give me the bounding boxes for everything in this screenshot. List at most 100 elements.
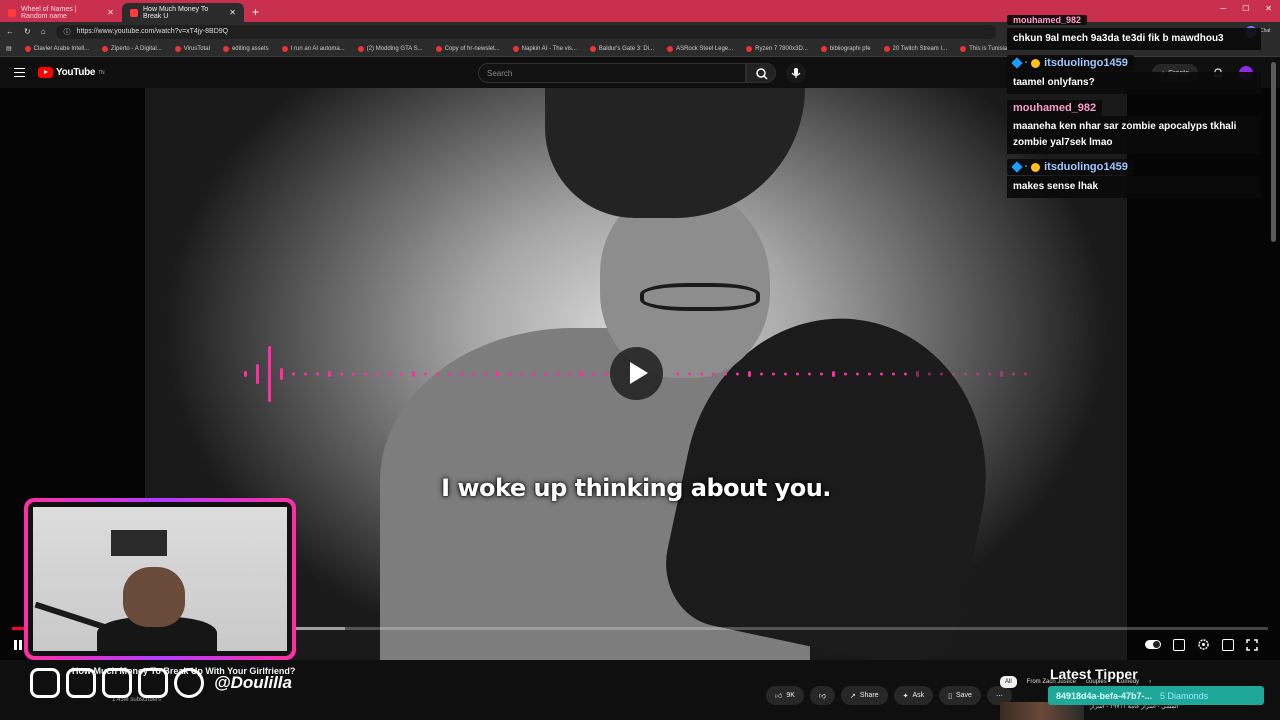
bookmark-item[interactable]: Baldur's Gate 3: Di... (589, 45, 654, 52)
sparkle-icon: ✦ (902, 692, 909, 700)
search-input[interactable]: Search (478, 63, 746, 83)
bookmark-favicon-icon (960, 45, 967, 52)
bookmark-item[interactable]: Clavier Arabe Intell... (24, 45, 89, 52)
audio-visualizer-bar (832, 371, 835, 377)
browser-tab-active[interactable]: How Much Money To Break U ✕ (122, 3, 244, 22)
fullscreen-icon[interactable] (1246, 638, 1258, 651)
audio-visualizer-bar (256, 364, 259, 384)
wall-poster (111, 530, 167, 556)
home-icon[interactable]: ⌂ (41, 27, 46, 36)
bookmark-item[interactable]: I run an AI automa... (281, 45, 345, 52)
bookmark-item[interactable]: editing assets (222, 45, 269, 52)
pause-icon[interactable] (14, 640, 22, 650)
chat-username: • itsduolingo1459 (1007, 159, 1134, 175)
audio-visualizer-bar (952, 372, 955, 376)
bookmark-label: Ziperto - A Digital... (111, 45, 162, 52)
bookmark-label: bibliographi pfe (829, 45, 871, 52)
bookmark-item[interactable]: Napkin AI - The vis... (512, 45, 577, 52)
site-info-icon[interactable]: ⓘ (64, 27, 71, 37)
bookmark-item[interactable]: 20 Twitch Stream I... (883, 45, 948, 52)
audio-visualizer-bar (448, 372, 451, 376)
audio-visualizer-bar (424, 372, 427, 376)
bookmark-item[interactable]: VirusTotal (174, 45, 210, 52)
streamer-head (123, 567, 185, 627)
chat-message: mouhamed_982 maaneha ken nhar sar zombie… (1007, 98, 1267, 154)
audio-visualizer-bar (928, 372, 931, 376)
new-tab-button[interactable]: + (244, 5, 267, 22)
settings-gear-icon[interactable] (1197, 638, 1210, 651)
audio-visualizer-bar (556, 372, 559, 376)
audio-visualizer-bar (772, 372, 775, 376)
badge-separator: • (1025, 164, 1028, 170)
audio-visualizer-bar (376, 372, 379, 376)
autoplay-toggle[interactable] (1145, 640, 1161, 649)
audio-visualizer-bar (580, 371, 583, 377)
youtube-logo[interactable]: YouTube TN (38, 67, 105, 78)
bookmark-label: I run an AI automa... (290, 45, 345, 52)
audio-visualizer-bar (604, 372, 607, 376)
latest-tipper-label: Latest Tipper (1050, 666, 1138, 682)
audio-visualizer-bar (688, 372, 691, 376)
bookmark-label: VirusTotal (183, 45, 210, 52)
reload-icon[interactable]: ↻ (24, 27, 31, 36)
save-label: Save (955, 692, 972, 699)
tab-close-icon[interactable]: ✕ (229, 8, 236, 17)
voice-search-button[interactable] (786, 63, 806, 83)
coin-badge-icon (1031, 162, 1041, 172)
play-button[interactable] (610, 347, 663, 400)
search-icon (756, 68, 768, 80)
like-button[interactable]: 👍︎ 9K (766, 686, 804, 705)
bookmark-favicon-icon (222, 45, 229, 52)
bookmark-label: editing assets (231, 45, 269, 52)
bookmarks-icon[interactable]: ▤ (6, 45, 12, 52)
share-button[interactable]: ↗ Share (841, 686, 888, 705)
audio-visualizer-bar (964, 372, 967, 376)
tab-title: How Much Money To Break U (143, 5, 209, 20)
audio-visualizer-bar (844, 372, 847, 376)
coin-badge-icon (1031, 58, 1041, 68)
url-field[interactable]: ⓘ https://www.youtube.com/watch?v=xT4jy-… (55, 24, 996, 39)
subscriber-badge-icon (1011, 161, 1023, 173)
bookmark-item[interactable]: Ryzen 7 7800x3D... (746, 45, 808, 52)
page-scrollbar[interactable] (1271, 62, 1276, 242)
subtitles-icon[interactable] (1173, 638, 1185, 651)
bookmark-item[interactable]: Ziperto - A Digital... (102, 45, 162, 52)
ask-button[interactable]: ✦ Ask (893, 686, 934, 705)
chat-message: mouhamed_982 chkun 9al mech 9a3da te3di … (1007, 10, 1267, 50)
chip-all[interactable]: All (1000, 676, 1017, 688)
subscriber-badge-icon (1011, 57, 1023, 69)
bookmark-item[interactable]: bibliographi pfe (820, 45, 871, 52)
bookmark-label: 20 Twitch Stream I... (892, 45, 948, 52)
latest-tipper-banner: 84918d4a-befa-47b7-... 5 Diamonds (1048, 686, 1264, 705)
bookmark-item[interactable]: This is Tunisia... (960, 45, 1013, 52)
video-actions: 👍︎ 9K 👎︎ ↗ Share ✦ Ask ▯ Save ⋯ (766, 686, 1012, 705)
chat-message: • itsduolingo1459 taamel onlyfans? (1007, 54, 1267, 94)
bookmark-favicon-icon (281, 45, 288, 52)
browser-tab[interactable]: Wheel of Names | Random name ✕ (0, 3, 122, 22)
back-icon[interactable]: ← (6, 27, 14, 36)
bookmark-item[interactable]: Copy of hr-newslet... (435, 45, 500, 52)
logo-text: YouTube (56, 67, 96, 78)
save-button[interactable]: ▯ Save (939, 686, 981, 705)
theater-mode-icon[interactable] (1222, 638, 1234, 651)
audio-visualizer-bar (676, 372, 679, 376)
audio-visualizer-bar (280, 368, 283, 380)
social-handles-overlay: @Doulilla (30, 668, 292, 698)
tiktok-icon (66, 668, 96, 698)
bookmark-label: (2) Modding GTA S... (366, 45, 423, 52)
webcam-video (33, 507, 287, 651)
bookmark-item[interactable]: ASRock Steel Lege... (667, 45, 733, 52)
search-button[interactable] (746, 63, 776, 83)
dislike-button[interactable]: 👎︎ (809, 686, 835, 705)
audio-visualizer-bar (400, 372, 403, 376)
microphone-icon (791, 68, 801, 78)
audio-visualizer-bar (916, 371, 919, 377)
tab-close-icon[interactable]: ✕ (107, 8, 114, 17)
bookmark-label: This is Tunisia... (969, 45, 1013, 52)
bookmark-item[interactable]: (2) Modding GTA S... (357, 45, 423, 52)
audio-visualizer-bar (328, 371, 331, 377)
chip-next-icon[interactable]: › (1149, 679, 1151, 685)
chat-text: makes sense lhak (1007, 176, 1261, 198)
url-text: https://www.youtube.com/watch?v=xT4jy-8B… (76, 28, 229, 35)
hamburger-menu-icon[interactable] (14, 68, 25, 77)
